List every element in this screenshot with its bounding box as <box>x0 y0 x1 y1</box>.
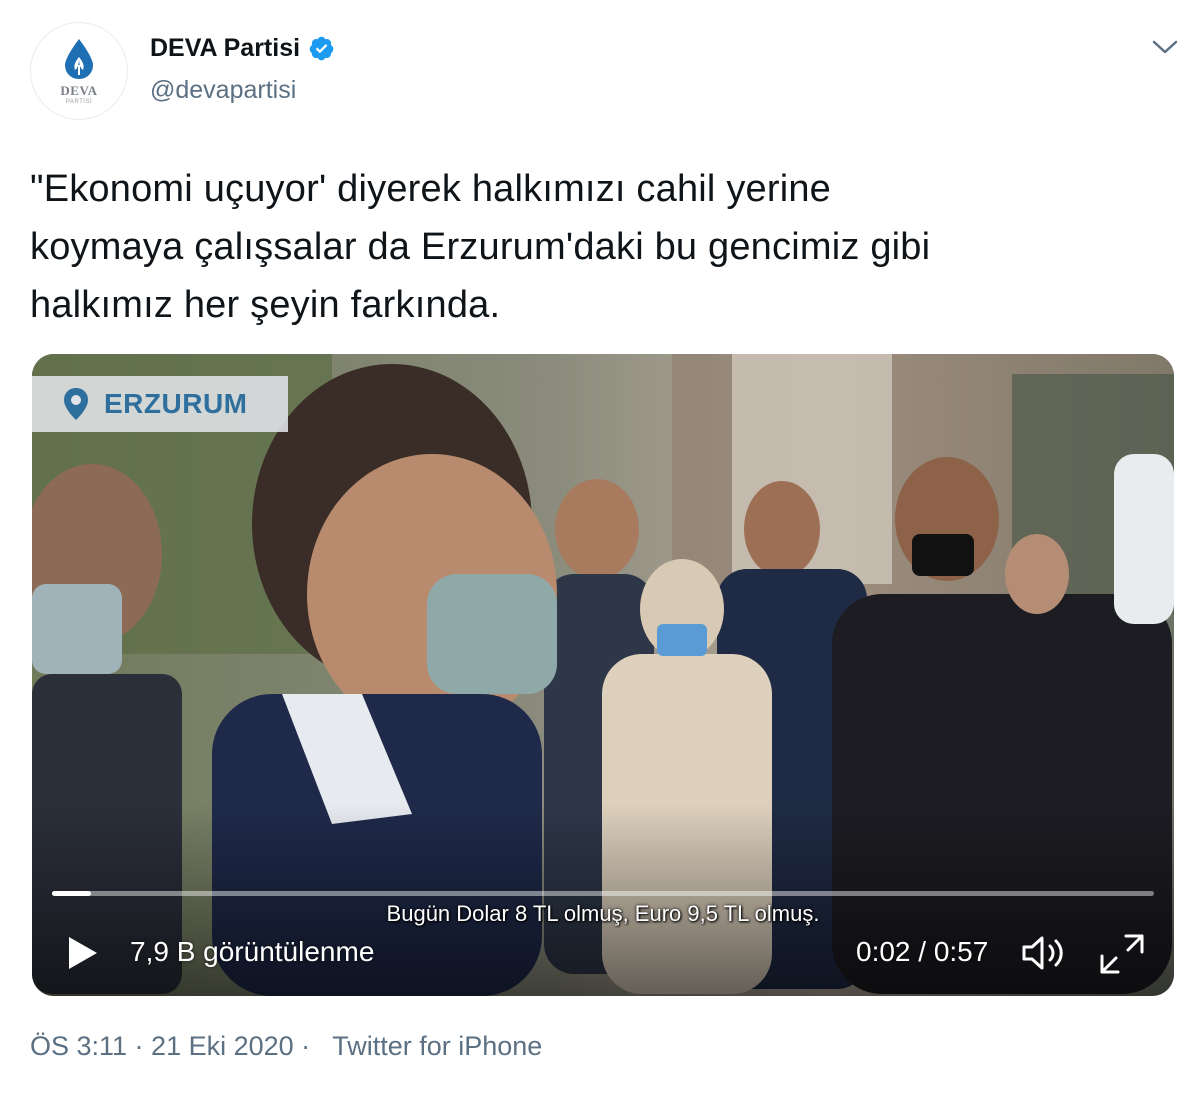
tweet-meta: ÖS 3:11 · 21 Eki 2020 · Twitter for iPho… <box>30 1031 542 1062</box>
tweet-timestamp[interactable]: ÖS 3:11 · 21 Eki 2020 · <box>30 1031 310 1061</box>
tweet-text-line: "Ekonomi uçuyor' diyerek halkımızı cahil… <box>30 168 832 210</box>
location-name: ERZURUM <box>104 388 248 419</box>
video-player[interactable]: ERZURUM Bugün Dolar 8 TL olmuş, Euro 9,5… <box>32 354 1174 996</box>
author-name-row[interactable]: DEVA Partisi <box>150 34 335 63</box>
video-time: 0:02 / 0:57 <box>856 936 989 967</box>
view-count: 7,9 B görüntülenme <box>130 936 375 967</box>
verified-badge-icon <box>309 36 334 61</box>
tweet-text: "Ekonomi uçuyor' diyerek halkımızı cahil… <box>30 160 1150 334</box>
volume-icon[interactable] <box>1020 932 1070 974</box>
chevron-down-icon[interactable] <box>1150 36 1180 58</box>
deva-drop-logo-icon <box>65 39 93 79</box>
location-tag: ERZURUM <box>32 376 288 432</box>
location-pin-icon <box>64 388 88 420</box>
avatar-logo-text: DEVA <box>60 83 98 98</box>
display-name[interactable]: DEVA Partisi <box>150 34 300 63</box>
video-progress-fill <box>52 891 91 896</box>
avatar-logo-subtext: PARTİSİ <box>65 99 93 105</box>
avatar[interactable]: DEVA PARTİSİ <box>30 22 128 120</box>
play-icon[interactable] <box>66 934 100 972</box>
tweet-header: DEVA PARTİSİ DEVA Partisi @devapartisi <box>30 22 1180 122</box>
video-progress-bar[interactable] <box>52 891 1154 896</box>
video-subtitle: Bugün Dolar 8 TL olmuş, Euro 9,5 TL olmu… <box>386 901 820 926</box>
video-frame <box>32 354 1174 996</box>
tweet-text-line: koymaya çalışsalar da Erzurum'daki bu ge… <box>30 226 931 268</box>
tweet-source[interactable]: Twitter for iPhone <box>332 1031 542 1061</box>
fullscreen-expand-icon[interactable] <box>1098 932 1146 976</box>
tweet-card: DEVA PARTİSİ DEVA Partisi @devapartisi "… <box>0 0 1200 1097</box>
author-handle[interactable]: @devapartisi <box>150 76 296 105</box>
tweet-text-line: halkımız her şeyin farkında. <box>30 284 501 326</box>
